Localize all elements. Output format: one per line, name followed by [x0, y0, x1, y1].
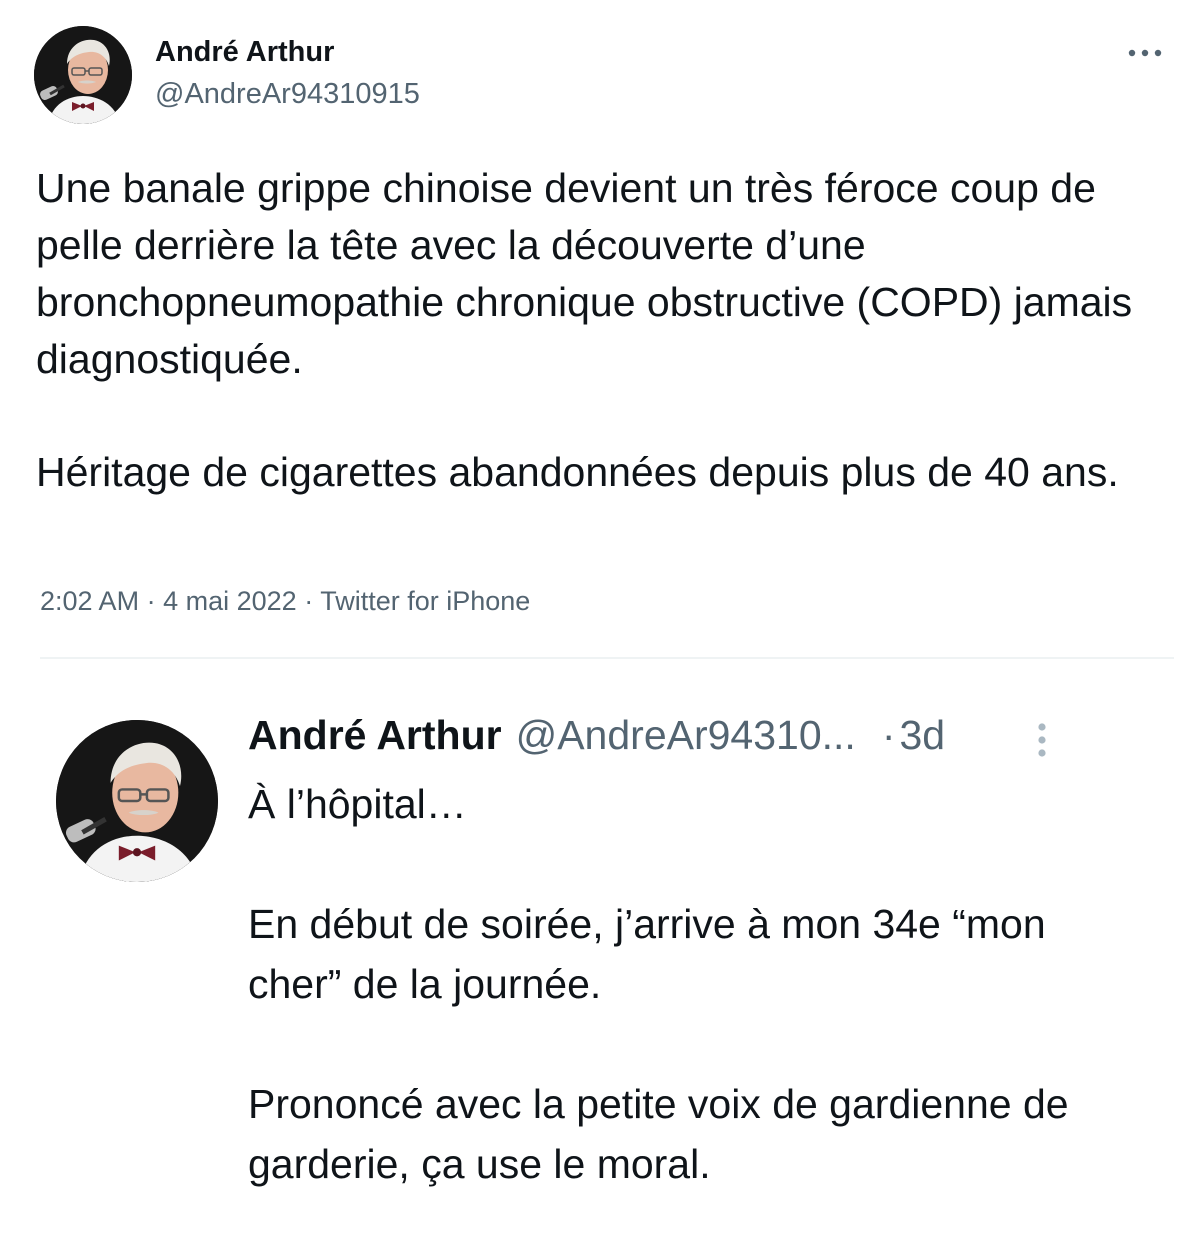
- meta-separator: ·: [304, 586, 314, 616]
- more-options-button[interactable]: [1120, 38, 1170, 68]
- reply-author-handle[interactable]: @AndreAr94310...: [516, 712, 856, 759]
- author-avatar[interactable]: [34, 26, 132, 124]
- divider: [40, 657, 1174, 659]
- tweet-body: Une banale grippe chinoise devient un tr…: [36, 160, 1176, 501]
- main-tweet: André Arthur @AndreAr94310915 Une banale…: [0, 0, 1204, 660]
- avatar-portrait-image: [34, 26, 132, 124]
- author-handle[interactable]: @AndreAr94310915: [155, 78, 420, 111]
- reply-paragraph: Prononcé avec la petite voix de gardienn…: [248, 1081, 1080, 1187]
- author-name[interactable]: André Arthur: [155, 36, 334, 69]
- reply-body: À l’hôpital… En début de soirée, j’arriv…: [248, 774, 1148, 1194]
- more-vertical-icon: [1038, 723, 1046, 757]
- more-horizontal-icon: [1128, 49, 1162, 57]
- header-separator: ·: [881, 712, 896, 758]
- reply-timestamp[interactable]: 3d: [899, 712, 945, 759]
- tweet-date-link[interactable]: 4 mai 2022: [163, 586, 297, 616]
- reply-more-options-button[interactable]: [1028, 720, 1056, 760]
- tweet-metadata: 2:02 AM · 4 mai 2022 · Twitter for iPhon…: [40, 586, 530, 617]
- tweet-time-link[interactable]: 2:02 AM: [40, 586, 139, 616]
- reply-author-name[interactable]: André Arthur: [248, 712, 502, 759]
- tweet-paragraph: Une banale grippe chinoise devient un tr…: [36, 165, 1144, 382]
- tweet-paragraph: Héritage de cigarettes abandonnées depui…: [36, 449, 1119, 495]
- meta-separator: ·: [146, 586, 156, 616]
- reply-paragraph: En début de soirée, j’arrive à mon 34e “…: [248, 901, 1058, 1007]
- reply-author-avatar[interactable]: [56, 720, 218, 882]
- reply-paragraph: À l’hôpital…: [248, 781, 467, 827]
- avatar-portrait-image: [56, 720, 218, 882]
- reply-tweet[interactable]: André Arthur @AndreAr94310... · 3d À l’h…: [0, 660, 1204, 1236]
- tweet-source-link[interactable]: Twitter for iPhone: [320, 586, 530, 616]
- reply-header: André Arthur @AndreAr94310... · 3d: [248, 712, 945, 759]
